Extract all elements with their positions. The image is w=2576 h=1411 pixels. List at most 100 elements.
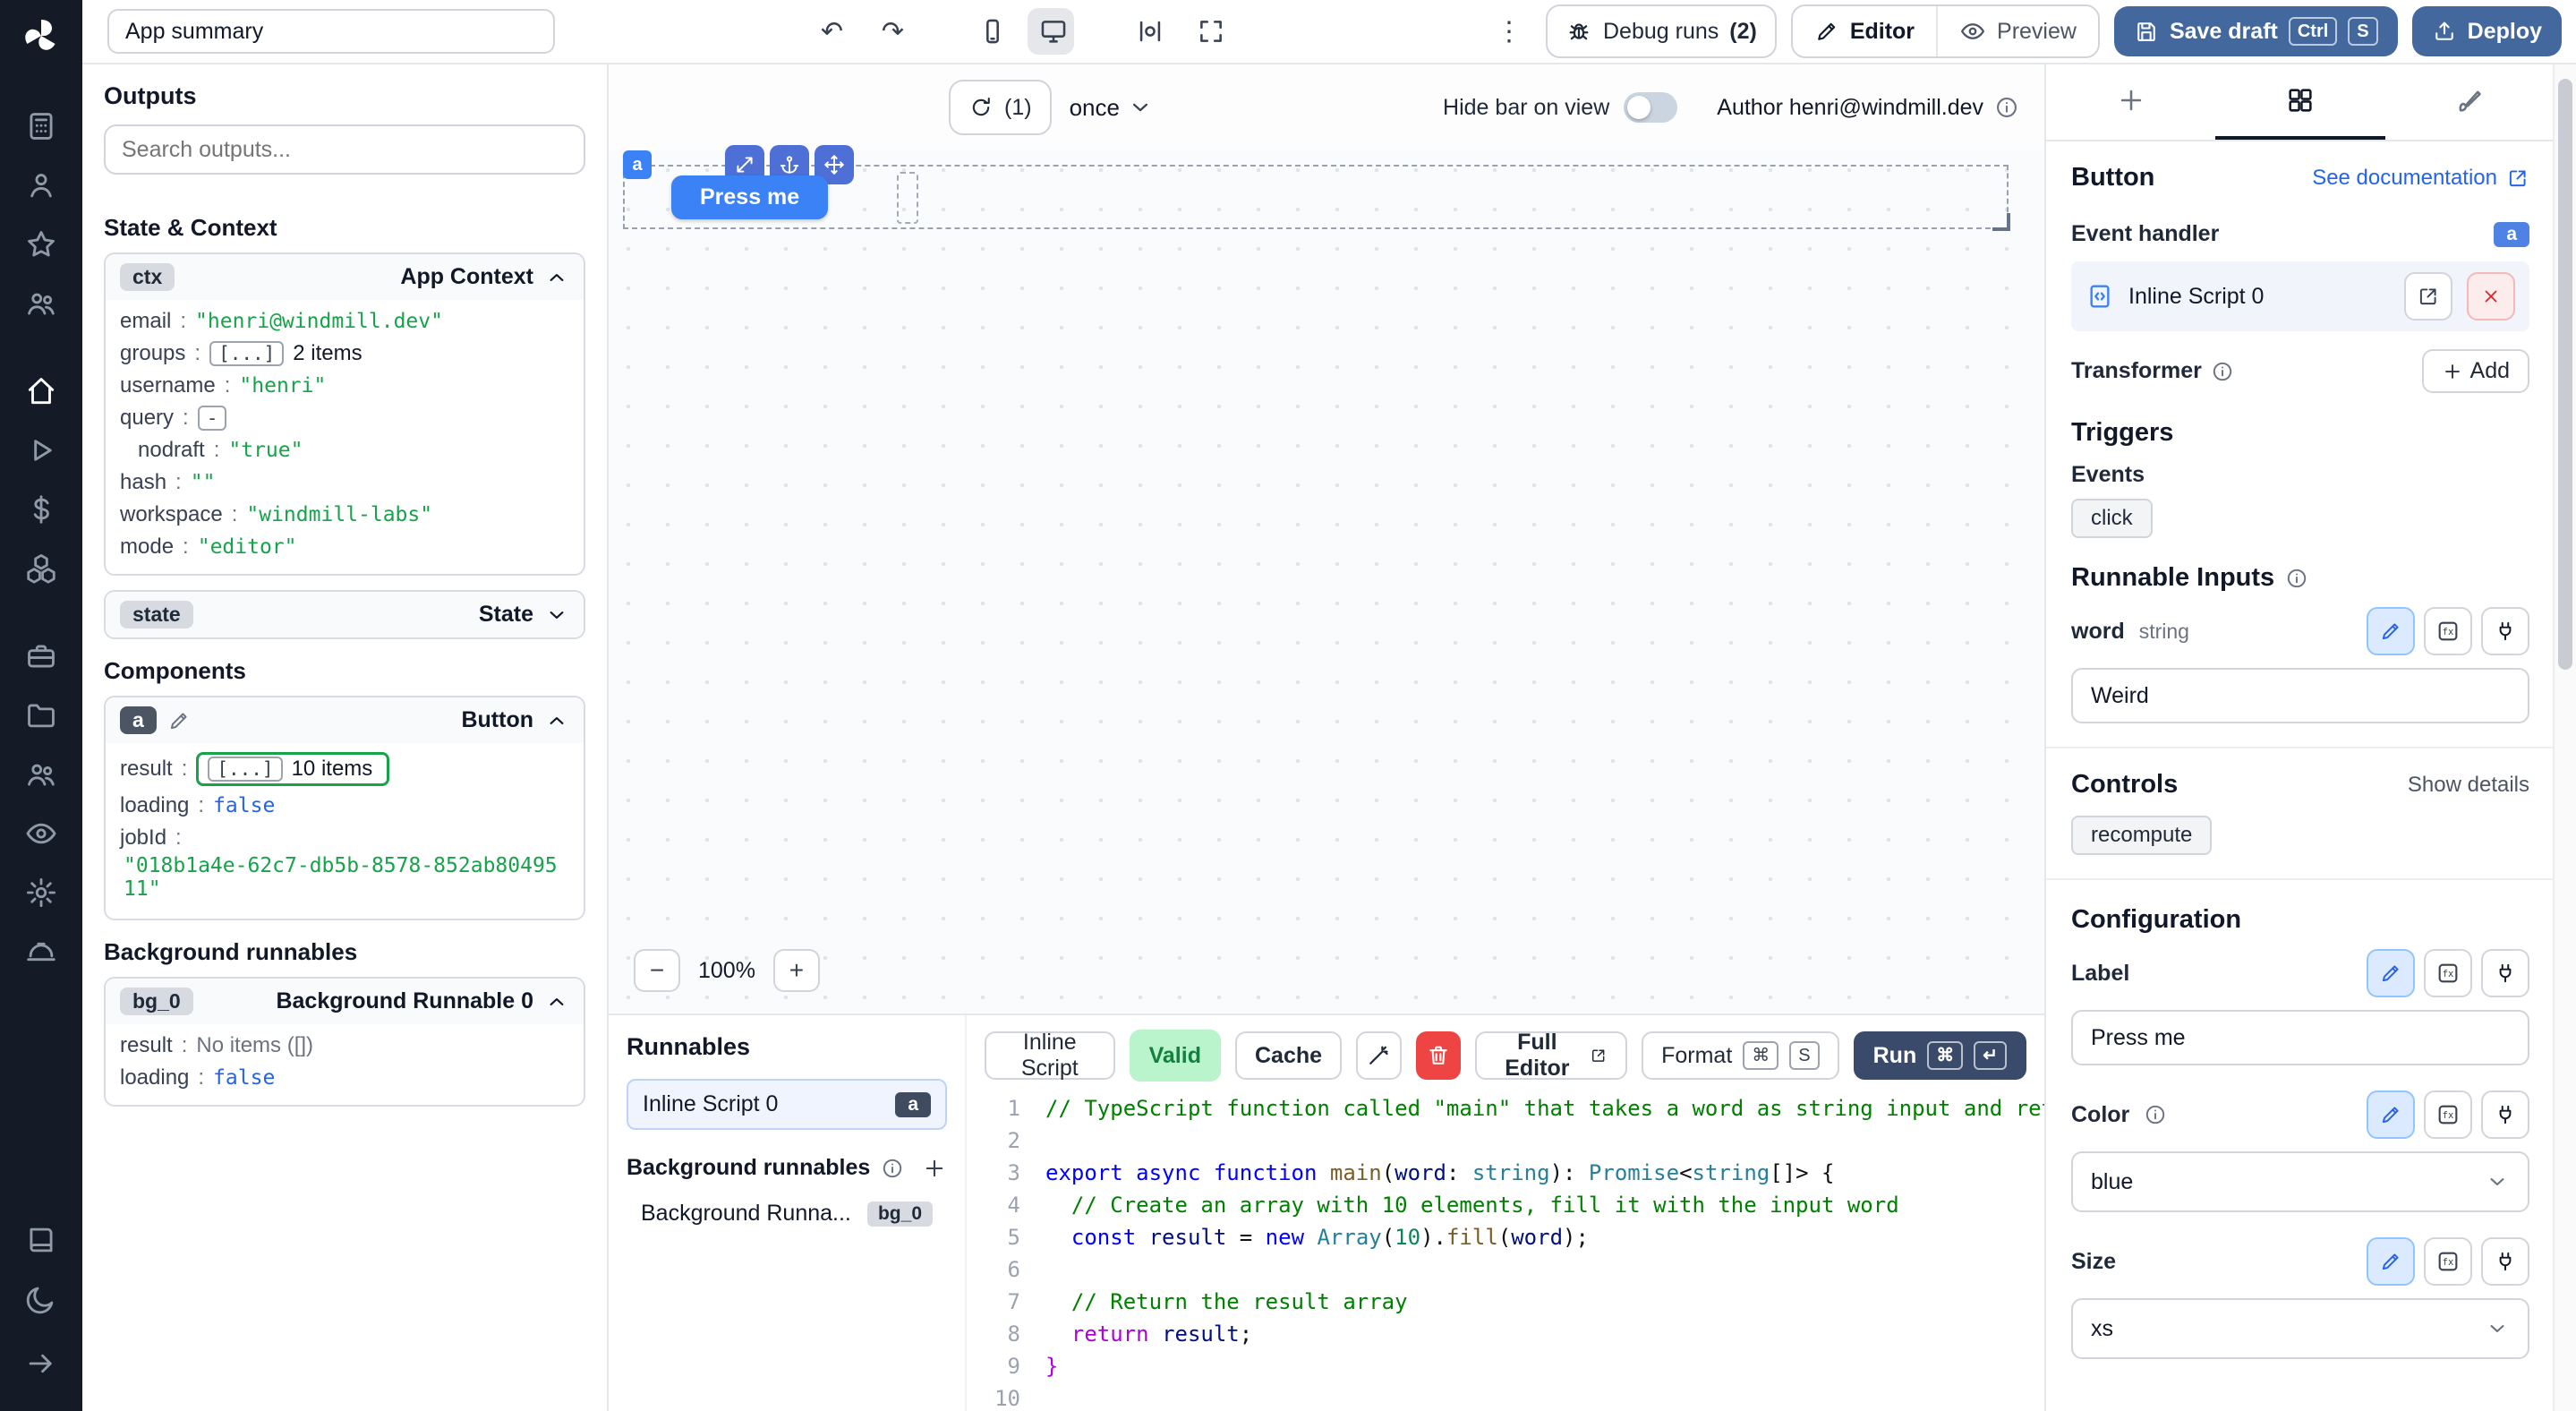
component-a-header[interactable]: a Button — [106, 697, 584, 743]
app-summary-input[interactable] — [107, 9, 555, 54]
resize-handle[interactable] — [897, 172, 918, 224]
run-button[interactable]: Run⌘↵ — [1854, 1031, 2026, 1080]
output-entry[interactable]: mode:"editor" — [120, 531, 569, 563]
info-icon[interactable] — [881, 1157, 904, 1180]
selected-component-outline[interactable]: a Press me — [623, 165, 2009, 229]
output-entry[interactable]: result:No items ([]) — [120, 1030, 569, 1062]
static-value-button[interactable] — [2367, 1237, 2415, 1286]
open-script-button[interactable] — [2404, 272, 2452, 321]
eye-icon[interactable] — [24, 817, 58, 851]
desktop-view-button[interactable] — [1028, 8, 1074, 55]
scrollbar-thumb[interactable] — [2558, 79, 2572, 670]
control-chip[interactable]: recompute — [2071, 816, 2212, 855]
info-icon[interactable] — [1994, 95, 2019, 120]
eval-value-button[interactable] — [2424, 949, 2472, 997]
output-entry[interactable]: jobId: — [120, 822, 569, 854]
folder-icon[interactable] — [24, 698, 58, 732]
team-icon[interactable] — [24, 286, 58, 321]
output-entry[interactable]: email:"henri@windmill.dev" — [120, 305, 569, 338]
code-line[interactable]: 7 // Return the result array — [967, 1286, 2044, 1318]
bg0-header[interactable]: bg_0 Background Runnable 0 — [106, 979, 584, 1024]
code-line[interactable]: 10 — [967, 1382, 2044, 1411]
expand-value-chip[interactable]: [...] — [209, 341, 284, 366]
output-entry[interactable]: username:"henri" — [120, 370, 569, 402]
info-icon[interactable] — [2144, 1103, 2167, 1126]
see-documentation-link[interactable]: See documentation — [2312, 166, 2529, 191]
canvas-grid[interactable]: a Press me − 100% + — [609, 150, 2044, 1013]
add-transformer-button[interactable]: Add — [2422, 349, 2529, 393]
more-menu-button[interactable]: ⋮ — [1485, 8, 1531, 55]
info-icon[interactable] — [2285, 567, 2308, 590]
cache-button[interactable]: Cache — [1235, 1031, 1342, 1080]
cubes-icon[interactable] — [24, 552, 58, 586]
rename-pencil-icon[interactable] — [167, 709, 191, 732]
ai-assistant-button[interactable] — [1356, 1031, 1402, 1080]
static-value-button[interactable] — [2367, 607, 2415, 655]
debug-runs-button[interactable]: Debug runs (2) — [1546, 4, 1777, 58]
eval-value-button[interactable] — [2424, 1090, 2472, 1139]
output-entry[interactable]: loading:false — [120, 1062, 569, 1094]
ctx-header[interactable]: ctx App Context — [106, 254, 584, 300]
connect-value-button[interactable] — [2481, 1237, 2529, 1286]
output-entry[interactable]: loading:false — [120, 790, 569, 822]
background-runnable-item[interactable]: Background Runna...bg_0 — [627, 1192, 947, 1236]
redo-button[interactable]: ↷ — [870, 8, 917, 55]
deploy-button[interactable]: Deploy — [2412, 6, 2562, 56]
center-align-button[interactable] — [1124, 8, 1171, 55]
refresh-button[interactable]: (1) — [949, 80, 1052, 135]
chevron-up-icon[interactable] — [544, 989, 569, 1014]
chevron-up-icon[interactable] — [544, 265, 569, 290]
full-editor-button[interactable]: Full Editor — [1475, 1031, 1627, 1080]
chevron-up-icon[interactable] — [544, 708, 569, 733]
undo-button[interactable]: ↶ — [809, 8, 856, 55]
star-icon[interactable] — [24, 227, 58, 261]
output-entry[interactable]: groups:[...]2 items — [120, 338, 569, 370]
size-select[interactable]: xs — [2071, 1298, 2529, 1359]
output-entry[interactable]: query:- — [120, 402, 569, 434]
output-entry[interactable]: result:[...]10 items — [120, 748, 569, 790]
static-value-button[interactable] — [2367, 949, 2415, 997]
color-select[interactable]: blue — [2071, 1151, 2529, 1212]
home-icon[interactable] — [24, 374, 58, 408]
fullscreen-button[interactable] — [1185, 8, 1232, 55]
label-input[interactable] — [2071, 1010, 2529, 1065]
chevron-down-icon[interactable] — [544, 603, 569, 628]
connect-value-button[interactable] — [2481, 949, 2529, 997]
runnable-item[interactable]: Inline Script 0a — [627, 1079, 947, 1130]
tab-preview[interactable]: Preview — [1936, 6, 2098, 56]
refresh-mode-select[interactable]: once — [1070, 94, 1154, 122]
connect-value-button[interactable] — [2481, 1090, 2529, 1139]
page-scrollbar[interactable] — [2553, 64, 2576, 1411]
output-entry[interactable]: workspace:"windmill-labs" — [120, 499, 569, 531]
code-line[interactable]: 9} — [967, 1350, 2044, 1382]
team-icon[interactable] — [24, 757, 58, 791]
mobile-view-button[interactable] — [967, 8, 1013, 55]
user-icon[interactable] — [24, 168, 58, 202]
tab-editor[interactable]: Editor — [1793, 6, 1936, 56]
connect-value-button[interactable] — [2481, 607, 2529, 655]
tab-insert-component[interactable] — [2046, 64, 2215, 140]
moon-icon[interactable] — [24, 1282, 58, 1316]
show-details-link[interactable]: Show details — [2408, 773, 2529, 798]
resize-corner[interactable] — [1992, 213, 2010, 231]
word-input[interactable] — [2071, 668, 2529, 723]
format-button[interactable]: Format⌘S — [1642, 1031, 1839, 1080]
expand-value-chip[interactable]: - — [198, 406, 227, 431]
zoom-out-button[interactable]: − — [634, 949, 680, 992]
calculator-icon[interactable] — [24, 109, 58, 143]
tab-component-settings[interactable] — [2215, 64, 2384, 140]
code-line[interactable]: 2 — [967, 1125, 2044, 1157]
code-line[interactable]: 5 const result = new Array(10).fill(word… — [967, 1221, 2044, 1253]
script-kind-select[interactable]: Inline Script — [985, 1031, 1115, 1080]
inline-script-row[interactable]: Inline Script 0 — [2071, 261, 2529, 331]
save-draft-button[interactable]: Save draft Ctrl S — [2114, 6, 2398, 56]
gear-icon[interactable] — [24, 876, 58, 910]
remove-script-button[interactable] — [2467, 272, 2515, 321]
code-line[interactable]: 1// TypeScript function called "main" th… — [967, 1092, 2044, 1125]
expand-value-chip[interactable]: [...] — [208, 757, 282, 782]
helmet-icon[interactable] — [24, 935, 58, 969]
zoom-in-button[interactable]: + — [773, 949, 820, 992]
dollar-icon[interactable] — [24, 492, 58, 526]
code-line[interactable]: 4 // Create an array with 10 elements, f… — [967, 1189, 2044, 1221]
expand-sidebar-icon[interactable] — [24, 1347, 58, 1381]
